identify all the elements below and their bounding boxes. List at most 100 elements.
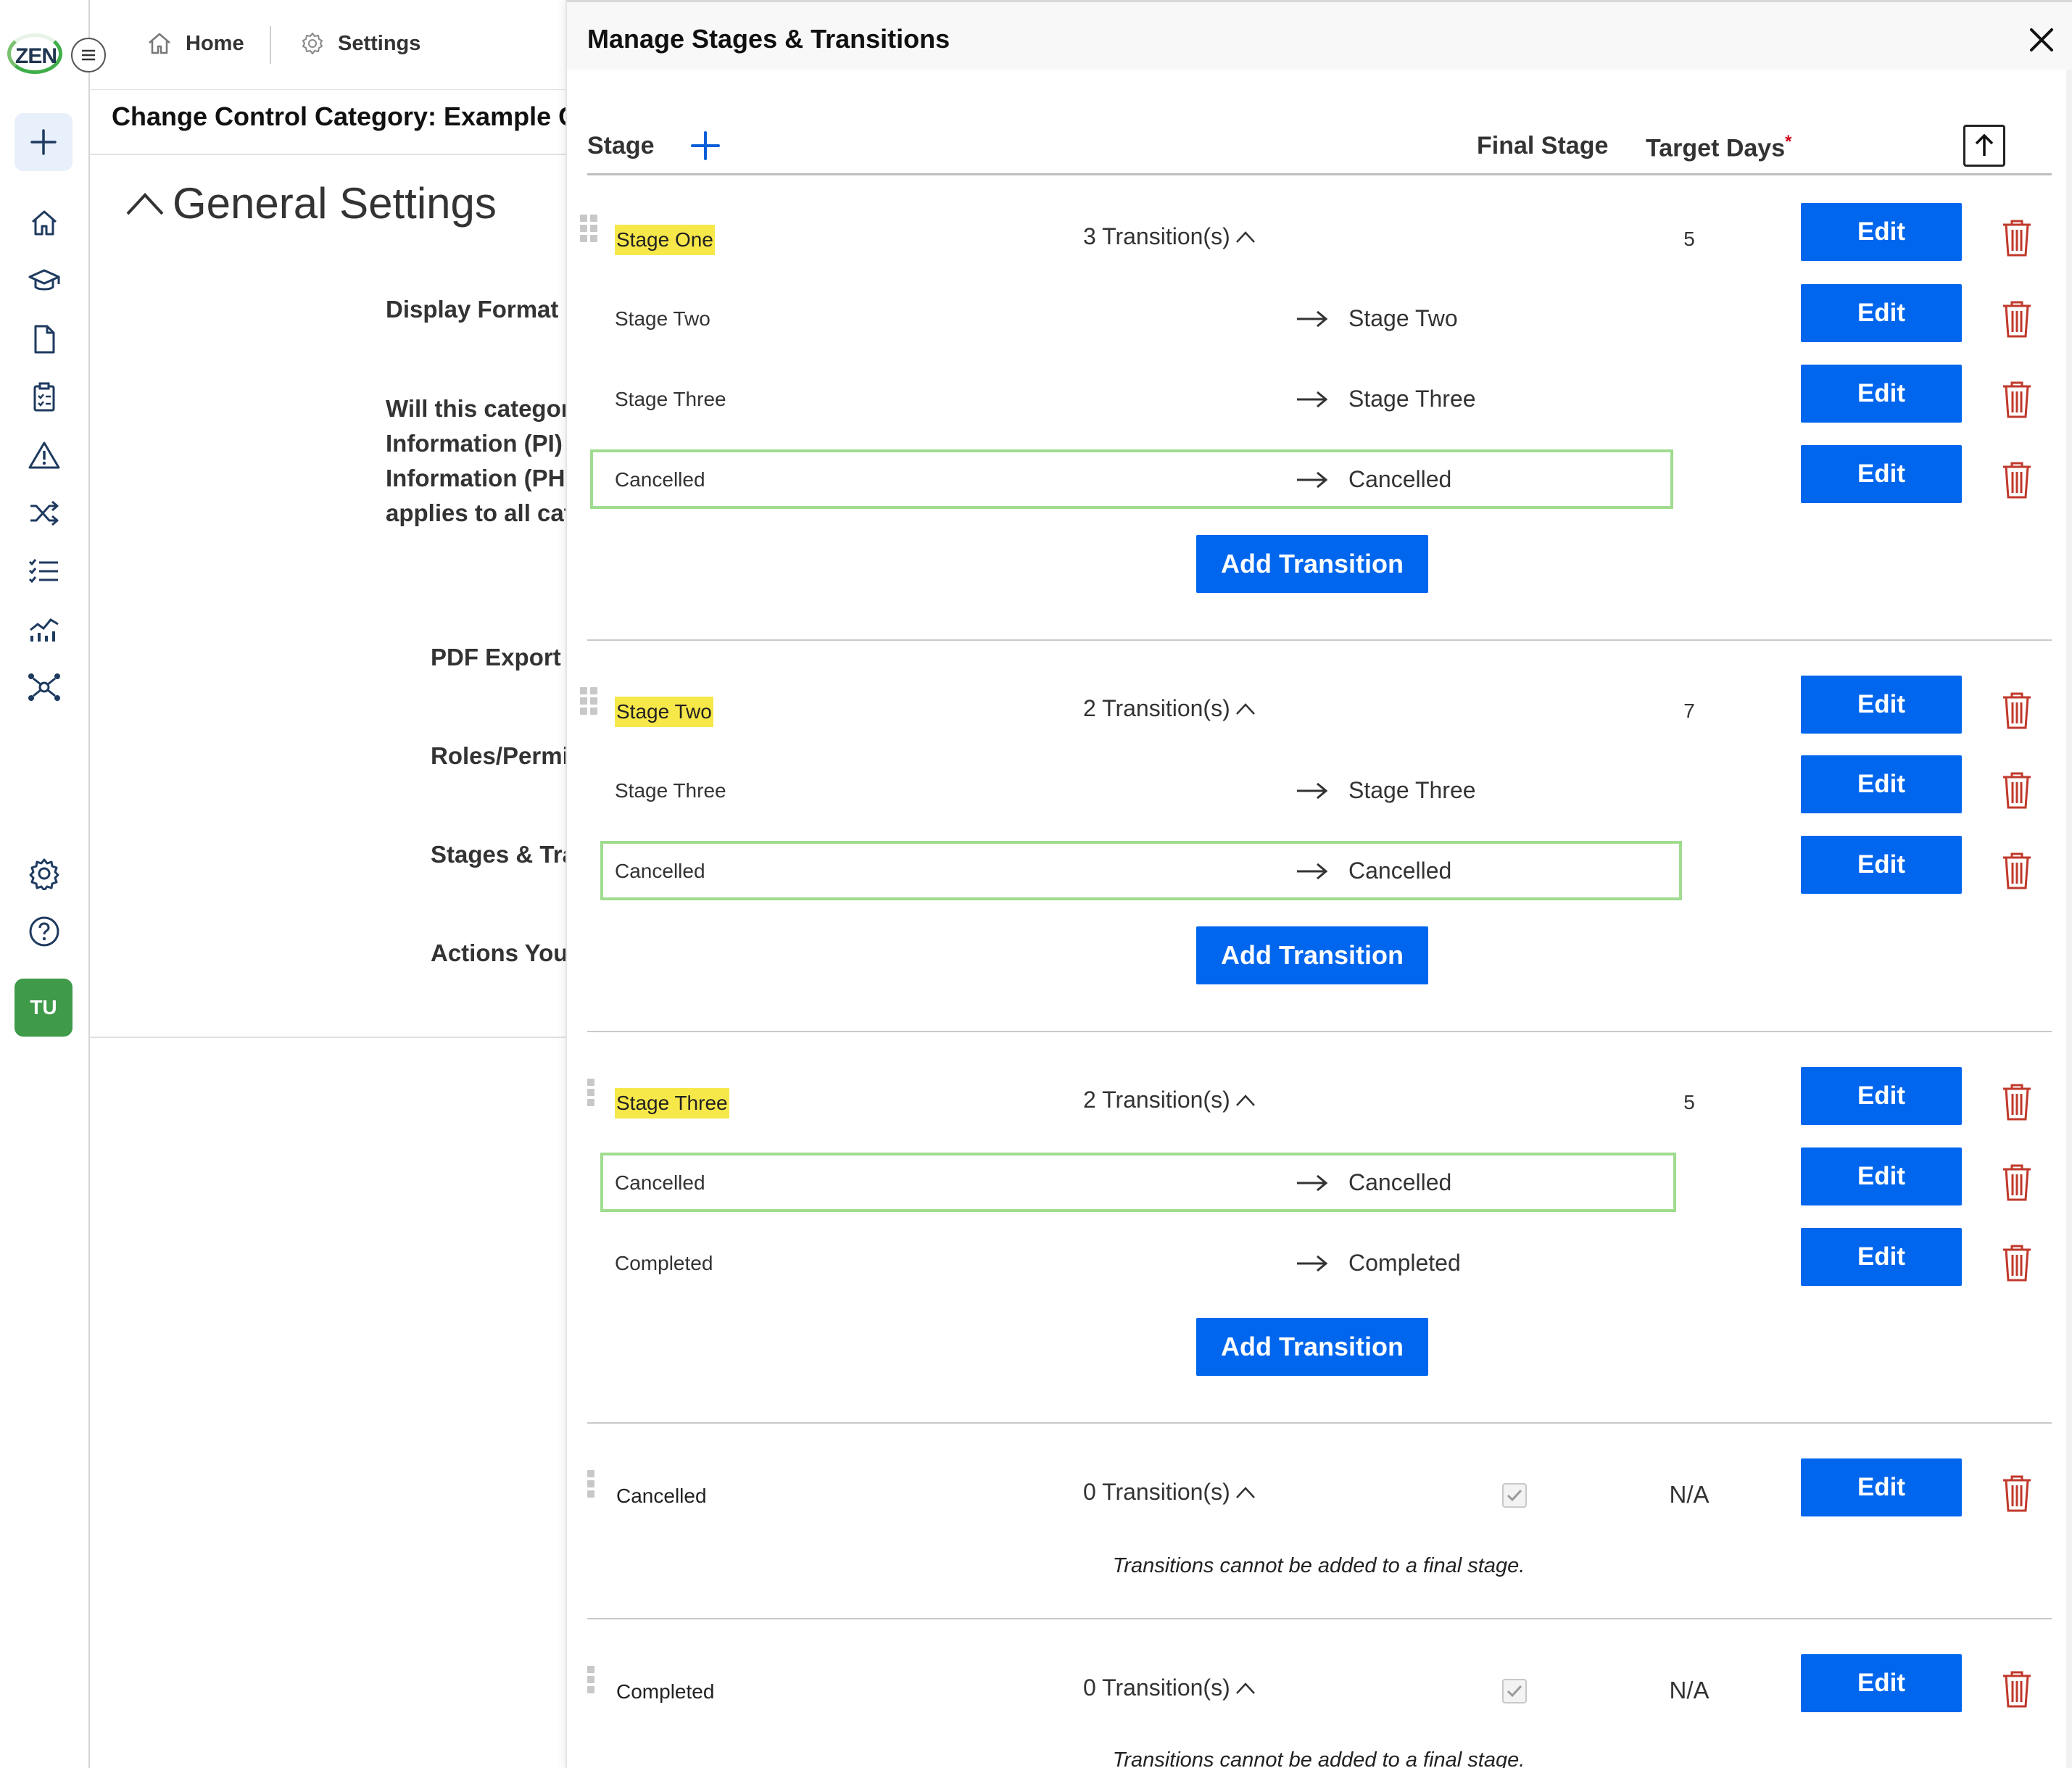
drag-handle[interactable] — [580, 215, 600, 242]
transition-from: Stage Three — [615, 779, 726, 802]
chevron-up-icon — [126, 192, 164, 215]
edit-transition-button[interactable]: Edit — [1801, 445, 1962, 503]
plus-icon — [30, 129, 57, 155]
create-new-button[interactable] — [14, 113, 72, 171]
top-bar: Home Settings — [90, 0, 568, 90]
transition-from: Cancelled — [615, 1171, 705, 1194]
delete-stage-icon[interactable] — [2001, 1474, 2033, 1513]
drag-handle[interactable] — [587, 1470, 597, 1498]
arrow-right-icon — [1296, 860, 1332, 882]
delete-transition-icon[interactable] — [2001, 771, 2033, 810]
add-transition-button[interactable]: Add Transition — [1196, 926, 1428, 984]
graduation-cap-icon[interactable] — [25, 262, 64, 301]
transition-from: Stage Three — [615, 388, 726, 410]
transition-from: Stage Two — [615, 307, 710, 330]
target-days-value: N/A — [1669, 1677, 1710, 1703]
delete-transition-icon[interactable] — [2001, 1163, 2033, 1202]
home-icon[interactable] — [25, 204, 64, 243]
transitions-toggle[interactable]: 0 Transition(s) — [1083, 1479, 1256, 1506]
hamburger-icon — [82, 49, 95, 61]
avatar-initials: TU — [30, 996, 57, 1018]
arrow-right-icon — [1296, 1253, 1332, 1274]
target-days-value: 5 — [1683, 228, 1695, 250]
panel-scrollbar[interactable] — [2066, 70, 2072, 1768]
final-stage-checkbox[interactable] — [1502, 1679, 1527, 1703]
delete-transition-icon[interactable] — [2001, 460, 2033, 499]
delete-transition-icon[interactable] — [2001, 299, 2033, 339]
transitions-toggle[interactable]: 3 Transition(s) — [1083, 223, 1256, 250]
transition-highlight — [600, 841, 1682, 900]
checklist-icon[interactable] — [25, 552, 64, 591]
stages-transitions-label: Stages & Tra — [431, 841, 568, 868]
transition-to: Cancelled — [1348, 466, 1452, 492]
edit-stage-button[interactable]: Edit — [1801, 203, 1962, 261]
scroll-to-top-button[interactable] — [1963, 125, 2005, 167]
drag-handle[interactable] — [580, 687, 600, 715]
stage-divider — [587, 639, 2052, 641]
shuffle-icon[interactable] — [25, 494, 64, 533]
transitions-toggle[interactable]: 2 Transition(s) — [1083, 1087, 1256, 1113]
settings-icon[interactable] — [25, 854, 64, 893]
clipboard-icon[interactable] — [25, 378, 64, 417]
add-stage-button[interactable] — [689, 129, 722, 162]
breadcrumb-home[interactable]: Home — [146, 28, 244, 59]
menu-toggle-button[interactable] — [71, 38, 106, 72]
delete-transition-icon[interactable] — [2001, 1243, 2033, 1282]
user-avatar[interactable]: TU — [14, 979, 72, 1037]
drag-handle[interactable] — [587, 1079, 597, 1106]
edit-transition-button[interactable]: Edit — [1801, 1147, 1962, 1205]
edit-transition-button[interactable]: Edit — [1801, 755, 1962, 813]
transition-to: Cancelled — [1348, 858, 1452, 884]
stage-divider — [587, 1618, 2052, 1619]
transitions-toggle[interactable]: 0 Transition(s) — [1083, 1674, 1256, 1701]
add-transition-button[interactable]: Add Transition — [1196, 535, 1428, 593]
stage-name: Stage Two — [615, 697, 713, 727]
delete-transition-icon[interactable] — [2001, 380, 2033, 419]
delete-stage-icon[interactable] — [2001, 691, 2033, 730]
stage-divider — [587, 1031, 2052, 1032]
edit-transition-button[interactable]: Edit — [1801, 1228, 1962, 1286]
drag-handle[interactable] — [587, 1666, 597, 1693]
stage-divider — [587, 1422, 2052, 1424]
stage-column-header: Stage — [587, 132, 655, 159]
help-icon[interactable] — [25, 912, 64, 951]
delete-stage-icon[interactable] — [2001, 1082, 2033, 1121]
page-title: Change Control Category: Example Cha — [112, 101, 568, 131]
edit-transition-button[interactable]: Edit — [1801, 836, 1962, 894]
edit-stage-button[interactable]: Edit — [1801, 1654, 1962, 1712]
edit-stage-button[interactable]: Edit — [1801, 1458, 1962, 1516]
arrow-right-icon — [1296, 1172, 1332, 1194]
logo-text: ZEN — [15, 44, 57, 68]
checkmark-icon — [1507, 1685, 1522, 1698]
transition-to: Cancelled — [1348, 1169, 1452, 1195]
close-button[interactable] — [2024, 22, 2059, 57]
delete-stage-icon[interactable] — [2001, 1669, 2033, 1709]
delete-transition-icon[interactable] — [2001, 851, 2033, 890]
network-icon[interactable] — [25, 668, 64, 707]
edit-stage-button[interactable]: Edit — [1801, 1067, 1962, 1125]
transition-to: Stage Three — [1348, 777, 1476, 803]
edit-transition-button[interactable]: Edit — [1801, 284, 1962, 342]
edit-stage-button[interactable]: Edit — [1801, 676, 1962, 734]
section-title: General Settings — [173, 179, 497, 228]
breadcrumb-settings[interactable]: Settings — [300, 28, 420, 59]
chevron-up-icon — [1235, 702, 1255, 715]
transitions-toggle[interactable]: 2 Transition(s) — [1083, 695, 1256, 722]
delete-stage-icon[interactable] — [2001, 218, 2033, 257]
warning-icon[interactable] — [25, 436, 64, 475]
transitions-count: 0 Transition(s) — [1083, 1479, 1230, 1505]
pi-line: applies to all cat — [386, 499, 568, 526]
transition-to: Stage Two — [1348, 305, 1458, 331]
breadcrumb-settings-label: Settings — [338, 31, 421, 55]
transitions-count: 0 Transition(s) — [1083, 1674, 1230, 1701]
add-transition-button[interactable]: Add Transition — [1196, 1318, 1428, 1376]
general-settings-header[interactable]: General Settings — [125, 178, 497, 228]
document-icon[interactable] — [25, 320, 64, 359]
arrow-right-icon — [1296, 469, 1332, 491]
target-days-column-header: Target Days* — [1646, 132, 1791, 162]
final-stage-note: Transitions cannot be added to a final s… — [1112, 1748, 1525, 1768]
pi-question-text: Will this categor Information (PI) Infor… — [386, 391, 568, 531]
final-stage-checkbox[interactable] — [1502, 1483, 1527, 1508]
edit-transition-button[interactable]: Edit — [1801, 365, 1962, 423]
analytics-icon[interactable] — [25, 610, 64, 649]
